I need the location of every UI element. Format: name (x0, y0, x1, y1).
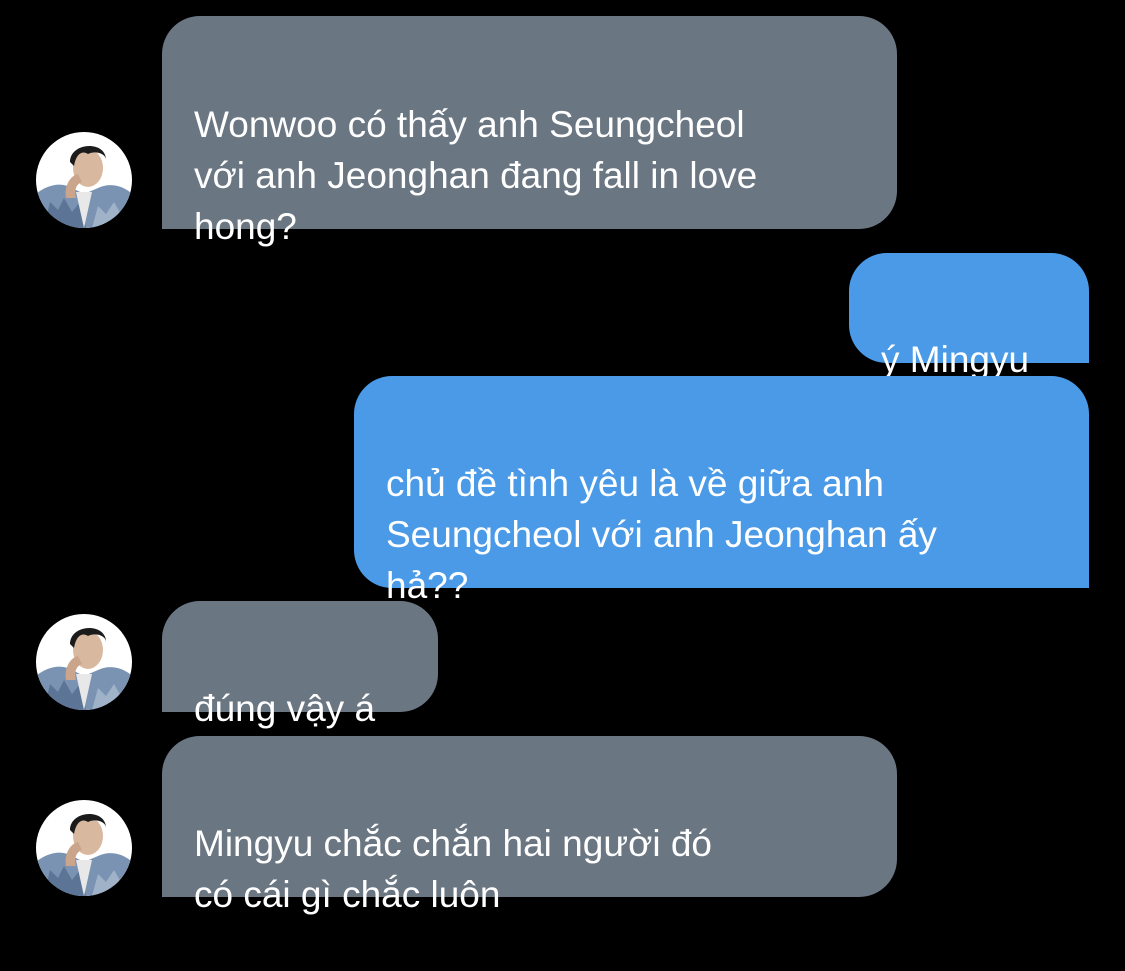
contact-avatar[interactable] (36, 800, 132, 896)
message-text: chủ đề tình yêu là về giữa anh Seungcheo… (386, 463, 937, 606)
message-text: đúng vậy á (194, 688, 376, 729)
message-text: Wonwoo có thấy anh Seungcheol với anh Je… (194, 104, 758, 247)
sent-message-bubble[interactable]: chủ đề tình yêu là về giữa anh Seungcheo… (354, 376, 1089, 606)
message-text: Mingyu chắc chắn hai người đó có cái gì … (194, 823, 712, 915)
received-message-bubble[interactable]: đúng vậy á (162, 601, 438, 729)
received-message-bubble[interactable]: Wonwoo có thấy anh Seungcheol với anh Je… (162, 16, 897, 247)
contact-avatar[interactable] (36, 132, 132, 228)
avatar-photo-icon (36, 132, 132, 228)
received-message-bubble[interactable]: Mingyu chắc chắn hai người đó có cái gì … (162, 736, 897, 915)
contact-avatar[interactable] (36, 614, 132, 710)
sent-message-bubble[interactable]: ý Mingyu (849, 253, 1089, 380)
avatar-photo-icon (36, 800, 132, 896)
avatar-photo-icon (36, 614, 132, 710)
